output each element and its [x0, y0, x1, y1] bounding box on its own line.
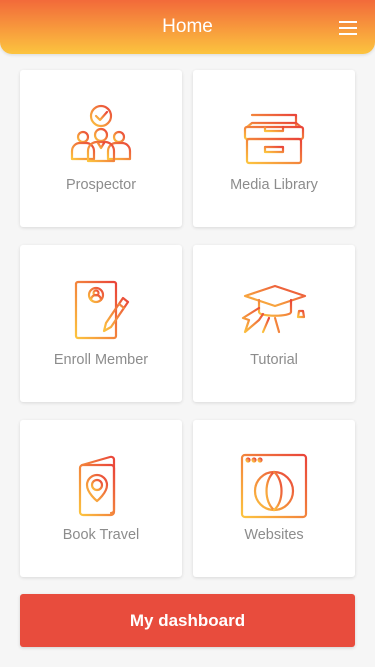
team-prospect-icon [65, 100, 137, 172]
tile-media-library[interactable]: Media Library [193, 70, 355, 227]
passport-travel-icon [65, 450, 137, 522]
page-title: Home [162, 16, 213, 37]
tile-label: Websites [244, 527, 304, 543]
graduation-cap-icon [238, 275, 310, 347]
archive-drawer-icon [238, 100, 310, 172]
app-header: Home [0, 0, 375, 54]
enroll-form-icon [65, 275, 137, 347]
tile-label: Book Travel [62, 527, 140, 543]
tile-prospector[interactable]: Prospector [20, 70, 182, 227]
my-dashboard-button[interactable]: My dashboard [20, 594, 355, 647]
tile-label: Tutorial [250, 352, 298, 368]
tile-tutorial[interactable]: Tutorial [193, 245, 355, 402]
tile-websites[interactable]: Websites [193, 420, 355, 577]
globe-browser-icon [238, 450, 310, 522]
tile-label: Media Library [230, 177, 318, 193]
hamburger-menu-icon[interactable] [337, 19, 359, 37]
tile-book-travel[interactable]: Book Travel [20, 420, 182, 577]
tile-enroll-member[interactable]: Enroll Member [20, 245, 182, 402]
tile-label: Prospector [65, 177, 137, 193]
tile-label: Enroll Member [53, 352, 149, 368]
